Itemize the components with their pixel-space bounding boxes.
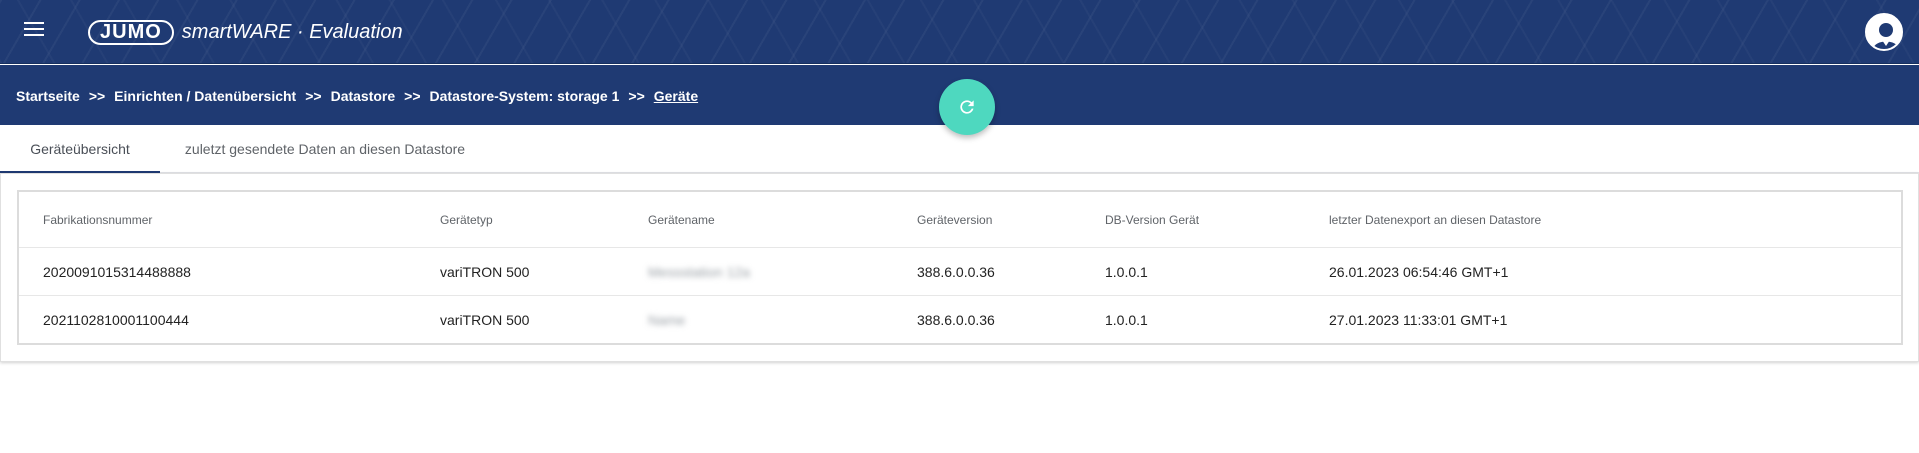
cell-geraeteversion: 388.6.0.0.36 [917,263,995,280]
column-header-geraetetyp[interactable]: Gerätetyp [440,192,493,247]
table-header: Fabrikationsnummer Gerätetyp Gerätename … [19,192,1901,248]
cell-geraetename: Messstation 12a [648,263,750,280]
breadcrumb-separator: >> [404,88,421,104]
app-title: smartWARE · Evaluation [181,21,403,43]
tab-zuletzt-gesendete-daten[interactable]: zuletzt gesendete Daten an diesen Datast… [160,125,490,173]
column-header-fabrikationsnummer[interactable]: Fabrikationsnummer [43,192,152,247]
cell-letzter-datenexport: 27.01.2023 11:33:01 GMT+1 [1329,312,1508,328]
breadcrumb-item-startseite[interactable]: Startseite [16,88,80,104]
column-header-geraeteversion[interactable]: Geräteversion [917,192,992,247]
breadcrumb-item-datastore[interactable]: Datastore [331,88,396,104]
cell-geraetename: Name [648,312,686,328]
refresh-button[interactable] [939,79,995,135]
user-avatar-icon[interactable] [1865,13,1903,51]
table-row[interactable]: 2020091015314488888 variTRON 500 Messsta… [19,248,1901,296]
breadcrumb: Startseite >> Einrichten / Datenübersich… [16,88,698,104]
refresh-icon [960,100,974,114]
app-header: JUMO smartWARE · Evaluation [0,0,1919,64]
cell-geraeteversion: 388.6.0.0.36 [917,312,995,328]
breadcrumb-item-geraete[interactable]: Geräte [654,88,698,104]
cell-geraetetyp: variTRON 500 [440,312,530,328]
column-header-db-version[interactable]: DB-Version Gerät [1105,192,1199,247]
device-table: Fabrikationsnummer Gerätetyp Gerätename … [17,190,1903,345]
tab-geraeteuebersicht[interactable]: Geräteübersicht [0,125,160,173]
jumo-logo: JUMO [88,20,174,45]
breadcrumb-separator: >> [305,88,322,104]
breadcrumb-separator: >> [628,88,645,104]
breadcrumb-separator: >> [88,88,106,104]
cell-letzter-datenexport: 26.01.2023 06:54:46 GMT+1 [1329,263,1509,280]
menu-icon[interactable] [24,22,44,38]
breadcrumb-item-datastore-system[interactable]: Datastore-System: storage 1 [430,88,620,104]
cell-fabrikationsnummer: 2021102810001100444 [43,312,189,328]
cell-geraetetyp: variTRON 500 [440,263,530,280]
breadcrumb-item-einrichten[interactable]: Einrichten / Datenübersicht [114,88,296,104]
cell-db-version: 1.0.0.1 [1105,312,1148,328]
table-row[interactable]: 2021102810001100444 variTRON 500 Name 38… [19,296,1901,344]
column-header-geraetename[interactable]: Gerätename [648,192,715,247]
column-header-letzter-datenexport[interactable]: letzter Datenexport an diesen Datastore [1329,192,1541,247]
cell-fabrikationsnummer: 2020091015314488888 [43,263,191,280]
cell-db-version: 1.0.0.1 [1105,263,1148,280]
app-logo: JUMO smartWARE · Evaluation [88,19,403,46]
